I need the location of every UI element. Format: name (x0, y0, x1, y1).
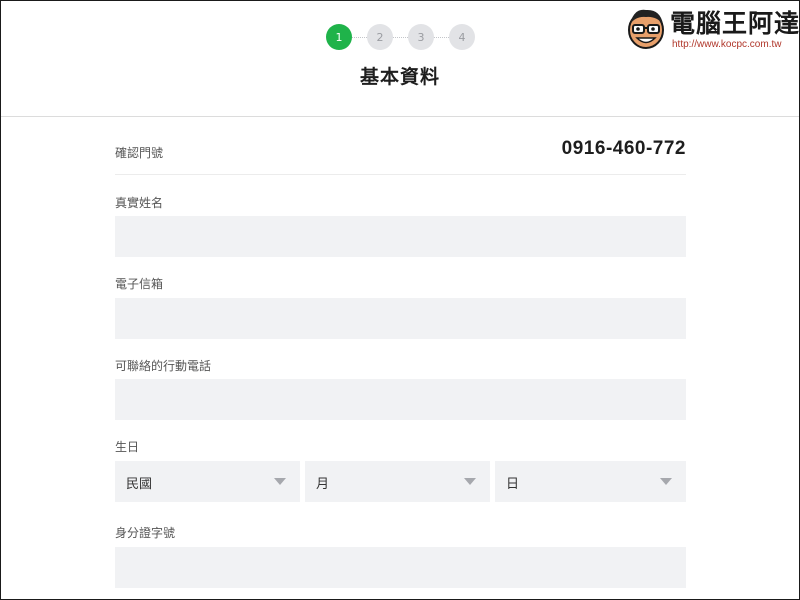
confirm-phone-row: 確認門號 0916-460-772 (115, 130, 686, 175)
confirm-phone-label: 確認門號 (115, 146, 164, 160)
birthday-day-select[interactable]: 日 (495, 461, 686, 502)
mascot-face-icon (628, 9, 664, 49)
birthday-day-value: 日 (506, 477, 520, 492)
step-indicator: 1 2 3 4 (326, 24, 475, 50)
birthday-label: 生日 (115, 440, 140, 454)
birthday-year-select[interactable]: 民國 (115, 461, 300, 502)
birthday-month-select[interactable]: 月 (305, 461, 490, 502)
id-number-input[interactable] (115, 547, 686, 588)
step-connector (393, 36, 408, 38)
name-label: 真實姓名 (115, 196, 164, 210)
step-connector (352, 36, 367, 38)
id-number-label: 身分證字號 (115, 526, 176, 540)
watermark-url: http://www.kocpc.com.tw (672, 39, 782, 50)
birthday-month-value: 月 (316, 477, 330, 492)
step-2: 2 (367, 24, 393, 50)
step-1: 1 (326, 24, 352, 50)
chevron-down-icon (274, 478, 286, 485)
step-3: 3 (408, 24, 434, 50)
name-input[interactable] (115, 216, 686, 257)
watermark-title: 電腦王阿達 (670, 9, 800, 38)
step-connector (434, 36, 449, 38)
chevron-down-icon (660, 478, 672, 485)
page-title: 基本資料 (359, 66, 440, 88)
birthday-year-value: 民國 (126, 477, 153, 492)
step-4: 4 (449, 24, 475, 50)
watermark-logo: 電腦王阿達 http://www.kocpc.com.tw (624, 2, 799, 54)
page-header: 1 2 3 4 基本資料 電腦王阿達 http://www.kocpc.com.… (0, 0, 800, 117)
mobile-label: 可聯絡的行動電話 (115, 359, 212, 373)
confirm-phone-value: 0916-460-772 (561, 138, 686, 159)
email-label: 電子信箱 (115, 277, 164, 291)
email-input[interactable] (115, 298, 686, 339)
chevron-down-icon (464, 478, 476, 485)
mobile-input[interactable] (115, 379, 686, 420)
